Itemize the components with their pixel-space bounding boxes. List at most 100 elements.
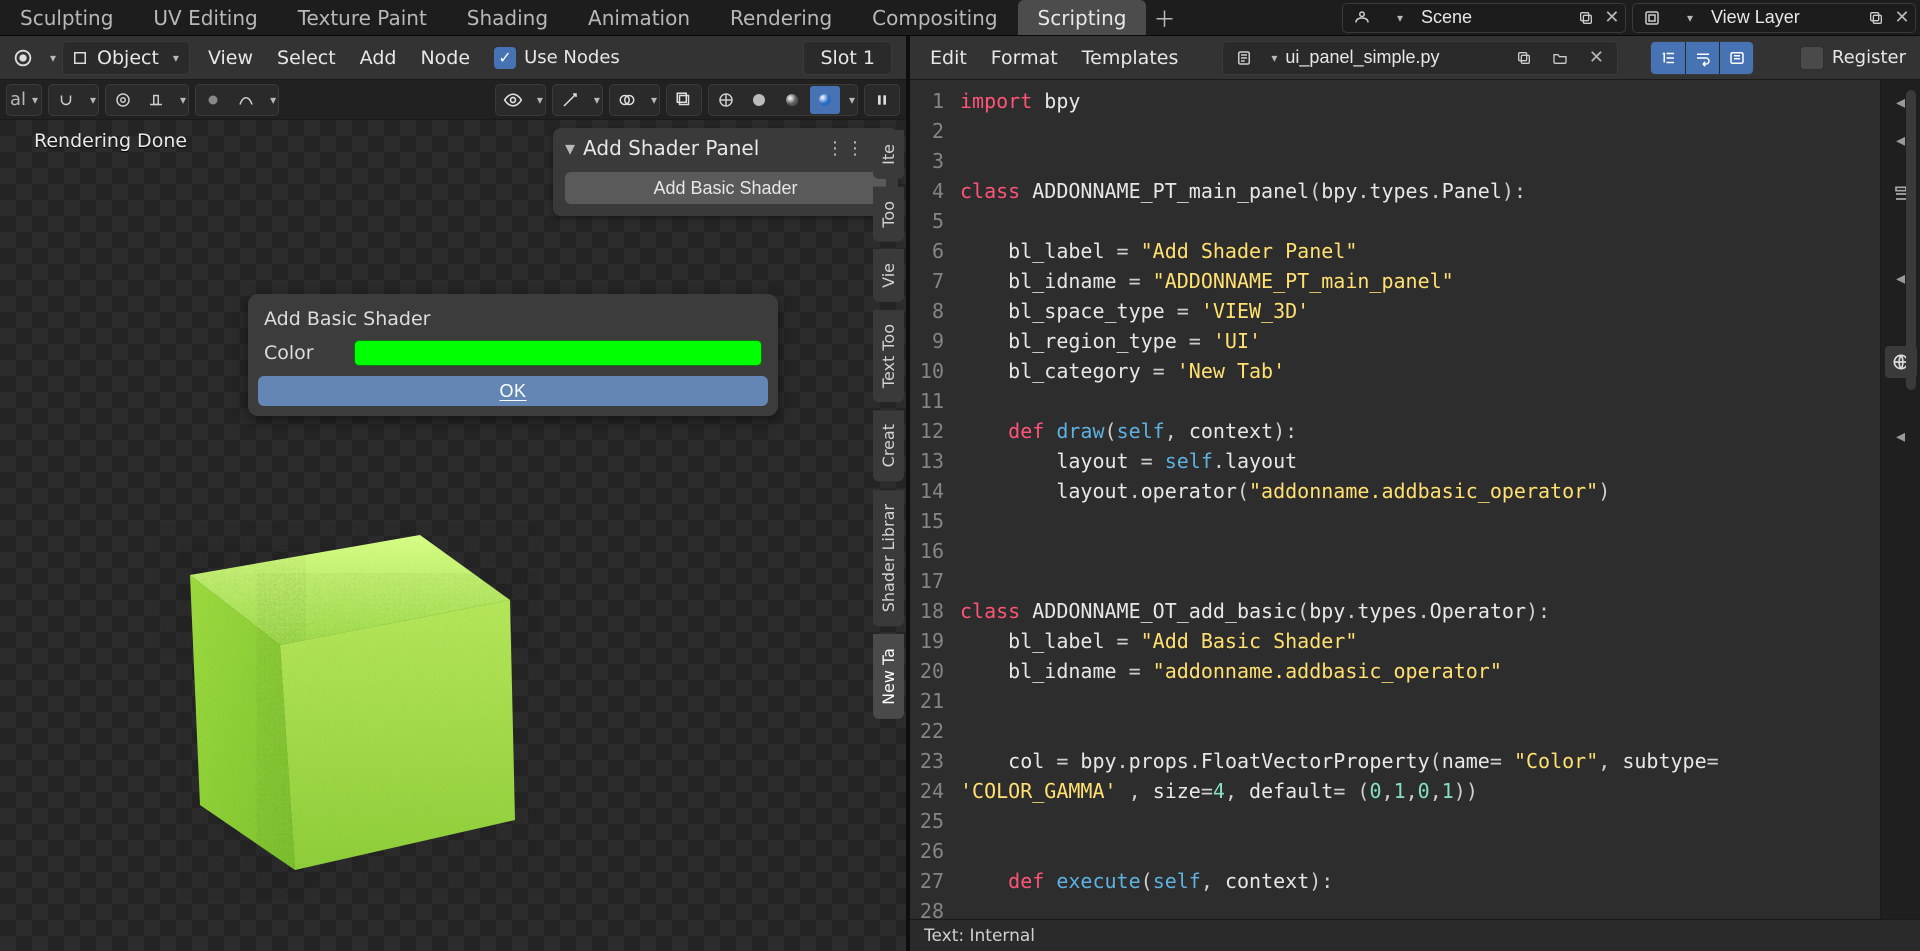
code-line[interactable]: col = bpy.props.FloatVectorProperty(name… [960,746,1872,776]
code-line[interactable] [960,896,1872,919]
code-line[interactable]: bl_idname = "addonname.addbasic_operator… [960,656,1872,686]
code-line[interactable]: import bpy [960,86,1872,116]
code-line[interactable]: class ADDONNAME_OT_add_basic(bpy.types.O… [960,596,1872,626]
overlay-icon[interactable] [612,86,642,114]
color-swatch[interactable] [354,340,762,366]
scene-delete-icon[interactable]: ✕ [1599,3,1625,33]
code-line[interactable] [960,686,1872,716]
chevron-down-icon[interactable]: ▾ [537,93,543,107]
use-nodes-toggle[interactable]: ✓ Use Nodes [488,47,620,69]
falloff-icon[interactable] [141,86,171,114]
chevron-left-icon[interactable]: ◂ [1885,420,1917,452]
viewport-3d[interactable]: Rendering Done ▾ Add Shader Panel ⋮⋮⋮ Ad… [0,120,906,951]
workspace-tab-shading[interactable]: Shading [447,0,568,35]
code-line[interactable] [960,116,1872,146]
n-panel-tab[interactable]: Vie [873,249,904,302]
scene-selector[interactable]: ▾ ✕ [1342,3,1626,33]
code-line[interactable]: def execute(self, context): [960,866,1872,896]
menu-select[interactable]: Select [265,47,348,69]
material-slot-dropdown[interactable]: Slot 1 [803,41,892,75]
workspace-tab-texture-paint[interactable]: Texture Paint [278,0,447,35]
viewlayer-name-input[interactable] [1703,7,1863,28]
menu-view[interactable]: View [196,47,265,69]
text-datablock-icon[interactable] [1229,43,1259,73]
folder-open-icon[interactable] [1545,43,1575,73]
chevron-down-icon[interactable]: ▾ [90,93,96,107]
chevron-down-icon[interactable]: ▾ [849,93,855,107]
viewlayer-copy-icon[interactable] [1863,3,1889,33]
add-basic-shader-button[interactable]: Add Basic Shader [565,172,886,204]
collapse-arrow-icon[interactable]: ▾ [565,136,575,160]
curve-icon[interactable] [231,86,261,114]
workspace-tab-scripting[interactable]: Scripting [1018,0,1147,35]
register-toggle[interactable]: Register [1800,46,1906,70]
text-copy-icon[interactable] [1509,43,1539,73]
word-wrap-toggle[interactable] [1685,42,1719,74]
code-line[interactable]: bl_idname = "ADDONNAME_PT_main_panel" [960,266,1872,296]
menu-add[interactable]: Add [348,47,409,69]
n-panel-tab[interactable]: Ite [873,130,904,179]
workspace-tab-sculpting[interactable]: Sculpting [0,0,133,35]
snap-icon[interactable] [51,86,81,114]
visibility-eye-icon[interactable] [498,86,528,114]
menu-format[interactable]: Format [979,47,1070,69]
ok-button[interactable]: OK [258,376,768,406]
code-line[interactable] [960,206,1872,236]
proportional-edit-icon[interactable] [108,86,138,114]
code-line[interactable]: bl_category = 'New Tab' [960,356,1872,386]
workspace-tab-rendering[interactable]: Rendering [710,0,852,35]
n-panel-tab[interactable]: Shader Librar [873,490,904,626]
workspace-tab-animation[interactable]: Animation [568,0,710,35]
chevron-down-icon[interactable]: ▾ [270,93,276,107]
code-area[interactable]: 1234567891011121314151617181920212223242… [910,80,1920,919]
viewlayer-delete-icon[interactable]: ✕ [1889,3,1915,33]
interaction-mode-dropdown[interactable]: Object ▾ [62,41,190,75]
editor-type-icon[interactable] [8,43,38,73]
menu-node[interactable]: Node [408,47,482,69]
unlink-icon[interactable]: ✕ [1581,43,1611,73]
gizmo-icon[interactable] [555,86,585,114]
code-line[interactable]: def draw(self, context): [960,416,1872,446]
code-line[interactable]: layout.operator("addonname.addbasic_oper… [960,476,1872,506]
code-line[interactable]: bl_label = "Add Basic Shader" [960,626,1872,656]
pause-render-icon[interactable] [867,86,897,114]
menu-templates[interactable]: Templates [1070,47,1191,69]
circle-icon[interactable] [198,86,228,114]
chevron-down-icon[interactable]: ▾ [180,93,186,107]
shading-solid-icon[interactable] [744,86,774,114]
line-numbers-toggle[interactable] [1651,42,1685,74]
scene-name-input[interactable] [1413,7,1573,28]
menu-edit[interactable]: Edit [918,47,979,69]
scene-copy-icon[interactable] [1573,3,1599,33]
text-filename-input[interactable] [1283,46,1503,69]
code-line[interactable] [960,716,1872,746]
syntax-highlight-toggle[interactable] [1719,42,1753,74]
code-line[interactable]: bl_region_type = 'UI' [960,326,1872,356]
n-panel-tab[interactable]: New Ta [873,634,904,719]
code-line[interactable] [960,386,1872,416]
code-line[interactable]: class ADDONNAME_PT_main_panel(bpy.types.… [960,176,1872,206]
xray-icon[interactable] [669,86,699,114]
n-panel-tab[interactable]: Too [873,187,904,242]
code-line[interactable] [960,506,1872,536]
code-line[interactable] [960,146,1872,176]
viewlayer-selector[interactable]: ▾ ✕ [1632,3,1916,33]
shading-rendered-icon[interactable] [810,86,840,114]
code-line[interactable] [960,806,1872,836]
code-line[interactable]: layout = self.layout [960,446,1872,476]
n-panel-tab[interactable]: Text Too [873,310,904,402]
scrollbar[interactable] [1906,90,1916,390]
add-workspace-button[interactable]: ＋ [1146,0,1182,35]
code-line[interactable] [960,836,1872,866]
shading-matprev-icon[interactable] [777,86,807,114]
code-content[interactable]: import bpy class ADDONNAME_PT_main_panel(… [952,80,1880,919]
chevron-down-icon[interactable]: ▾ [1271,51,1277,65]
n-panel-tab[interactable]: Creat [873,410,904,481]
code-line[interactable]: bl_label = "Add Shader Panel" [960,236,1872,266]
chevron-down-icon[interactable]: ▾ [594,93,600,107]
code-line[interactable]: bl_space_type = 'VIEW_3D' [960,296,1872,326]
pivot-dropdown[interactable]: al▾ [9,86,39,114]
workspace-tab-compositing[interactable]: Compositing [852,0,1017,35]
text-file-selector[interactable]: ▾ ✕ [1222,41,1618,75]
shading-wireframe-icon[interactable] [711,86,741,114]
